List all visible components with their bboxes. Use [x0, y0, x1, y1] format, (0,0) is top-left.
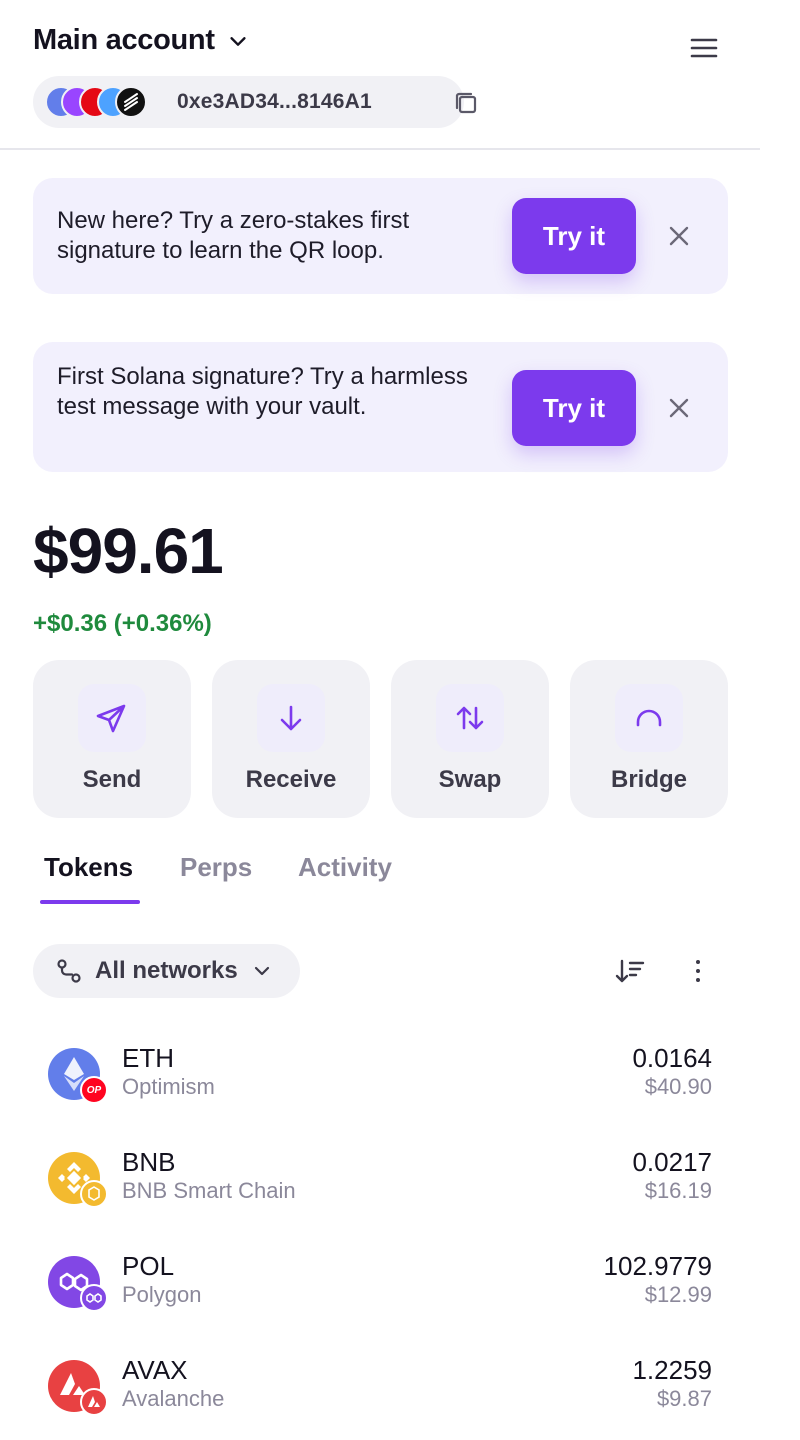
hamburger-menu-icon[interactable]: [686, 32, 722, 64]
chevron-down-icon: [230, 36, 246, 46]
action-row: Send Receive Swap Bridge: [33, 660, 728, 818]
chevron-down-icon: [254, 966, 269, 976]
token-row-pol[interactable]: POL Polygon 102.9779 $12.99: [33, 1251, 728, 1331]
receive-button[interactable]: Receive: [212, 660, 370, 818]
token-symbol: ETH: [122, 1043, 174, 1073]
network-route-icon: [57, 959, 81, 983]
token-amount: 1.2259: [632, 1355, 712, 1385]
bnb-chain-badge-icon: [80, 1180, 108, 1208]
token-usd-value: $40.90: [644, 1074, 712, 1099]
banner-text: First Solana signature? Try a harmless t…: [57, 363, 468, 420]
bridge-label: Bridge: [610, 766, 687, 793]
token-usd-value: $9.87: [656, 1386, 712, 1411]
send-button[interactable]: Send: [33, 660, 191, 818]
bridge-icon-box: [615, 684, 683, 752]
network-filter[interactable]: All networks: [33, 944, 300, 998]
onboarding-banner-qr: New here? Try a zero-stakes first signat…: [33, 178, 728, 294]
optimism-badge-icon: OP: [80, 1076, 108, 1104]
polygon-badge-icon: [80, 1284, 108, 1312]
account-selector[interactable]: Main account: [33, 24, 249, 57]
token-row-eth[interactable]: OP ETH Optimism 0.0164 $40.90: [33, 1043, 728, 1123]
wallet-address: 0xe3AD34...8146A1: [177, 90, 372, 113]
token-network: BNB Smart Chain: [122, 1178, 296, 1203]
token-network: Avalanche: [122, 1386, 225, 1411]
header: Main account 0xe3AD34...8146A1: [0, 0, 760, 150]
token-symbol: POL: [122, 1251, 175, 1281]
try-it-button[interactable]: Try it: [512, 370, 636, 446]
sort-icon[interactable]: [614, 955, 646, 987]
token-symbol: BNB: [122, 1147, 176, 1177]
portfolio-change: +$0.36 (+0.36%): [33, 610, 212, 637]
token-row-avax[interactable]: AVAX Avalanche 1.2259 $9.87: [33, 1355, 728, 1435]
onboarding-banner-solana: First Solana signature? Try a harmless t…: [33, 342, 728, 472]
bridge-icon: [636, 709, 662, 727]
more-vertical-icon[interactable]: [686, 955, 710, 987]
portfolio-balance: $99.61: [33, 515, 224, 587]
address-pill[interactable]: 0xe3AD34...8146A1: [33, 76, 477, 128]
send-label: Send: [82, 766, 142, 793]
token-amount: 0.0217: [632, 1147, 712, 1177]
swap-label: Swap: [438, 766, 502, 793]
receive-label: Receive: [245, 766, 337, 793]
token-usd-value: $16.19: [644, 1178, 712, 1203]
tab-activity[interactable]: Activity: [298, 852, 392, 883]
avalanche-badge-icon: [80, 1388, 108, 1416]
token-amount: 102.9779: [603, 1251, 712, 1281]
swap-icon: [456, 706, 484, 730]
token-network: Polygon: [122, 1282, 202, 1307]
token-symbol: AVAX: [122, 1355, 188, 1385]
swap-button[interactable]: Swap: [391, 660, 549, 818]
tab-perps[interactable]: Perps: [180, 852, 252, 883]
receive-icon-box: [257, 684, 325, 752]
starknet-icon: [115, 86, 147, 118]
send-icon-box: [78, 684, 146, 752]
chain-icon-stack: [45, 86, 165, 118]
token-row-bnb[interactable]: BNB BNB Smart Chain 0.0217 $16.19: [33, 1147, 728, 1227]
token-amount: 0.0164: [632, 1043, 712, 1073]
banner-text: New here? Try a zero-stakes first signat…: [57, 207, 410, 264]
token-network: Optimism: [122, 1074, 215, 1099]
try-it-button[interactable]: Try it: [512, 198, 636, 274]
close-icon[interactable]: [665, 222, 693, 250]
copy-icon[interactable]: [451, 88, 481, 118]
close-icon[interactable]: [665, 394, 693, 422]
portfolio-tabs: Tokens Perps Activity: [33, 848, 728, 908]
tab-tokens[interactable]: Tokens: [44, 852, 133, 883]
account-name: Main account: [33, 24, 215, 56]
token-usd-value: $12.99: [644, 1282, 712, 1307]
bridge-button[interactable]: Bridge: [570, 660, 728, 818]
send-icon: [96, 704, 126, 733]
swap-icon-box: [436, 684, 504, 752]
active-tab-indicator: [40, 900, 140, 904]
arrow-down-icon: [280, 705, 302, 731]
network-filter-label: All networks: [95, 957, 238, 984]
